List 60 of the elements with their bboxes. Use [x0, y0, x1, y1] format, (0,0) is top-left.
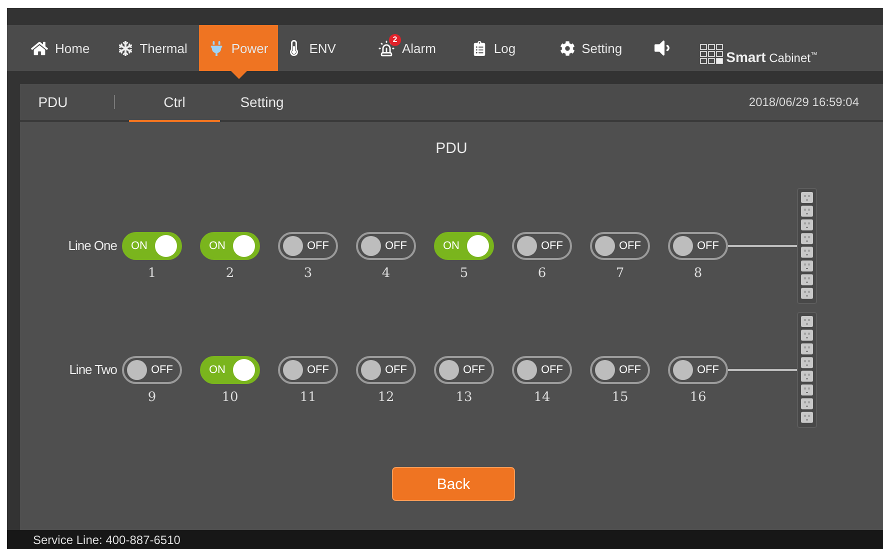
outlet-toggle[interactable]: OFF	[590, 232, 650, 260]
outlet-number: 15	[612, 390, 628, 405]
outlet-number: 6	[538, 266, 546, 281]
outlet-number: 10	[222, 390, 238, 405]
siren-icon	[378, 40, 395, 56]
snowflake-icon	[118, 40, 133, 56]
nav-tab[interactable]: Thermal	[106, 25, 200, 71]
outlet-number: 11	[300, 390, 316, 405]
nav-label: ENV	[309, 40, 336, 56]
outlet-toggle[interactable]: OFF	[356, 232, 416, 260]
nav-tab[interactable]: Log	[462, 25, 526, 71]
outlet-number: 13	[456, 390, 472, 405]
outlet-toggle[interactable]: OFF	[512, 356, 572, 384]
outlet-toggle[interactable]: OFF	[278, 356, 338, 384]
line-label: Line Two	[68, 361, 118, 379]
nav-label: Power	[231, 40, 268, 56]
plug-icon	[209, 40, 224, 56]
outlet-number: 14	[534, 390, 550, 405]
outlet-number: 9	[148, 390, 156, 405]
outlet-number: 2	[226, 266, 234, 281]
service-line-text: Service Line: 400-887-6510	[33, 532, 180, 546]
outlet-toggle[interactable]: OFF	[434, 356, 494, 384]
outlet-toggle[interactable]: OFF	[668, 356, 728, 384]
outlet-number: 3	[304, 266, 312, 281]
outlet-toggle[interactable]: OFF	[278, 232, 338, 260]
nav-label: Thermal	[140, 40, 188, 56]
outlet-number: 7	[616, 266, 624, 281]
outlet-number: 5	[460, 266, 468, 281]
nav-label: Setting	[582, 40, 622, 56]
outlet-toggle[interactable]: OFF	[668, 232, 728, 260]
nav-tab[interactable]: 2 Alarm	[358, 25, 456, 71]
connector-line	[728, 369, 797, 371]
outlet-number: 4	[382, 266, 390, 281]
outlet-number: 1	[148, 266, 156, 281]
nav-label: Home	[55, 40, 90, 56]
settings-icon	[560, 40, 575, 56]
nav-tab[interactable]: ENV	[278, 25, 344, 71]
grid-logo-icon	[700, 44, 724, 65]
nav-tab[interactable]: Home	[27, 25, 94, 71]
nav-label: Alarm	[402, 40, 436, 56]
logo-text: Smart Cabinet$^{™}$	[726, 49, 818, 65]
outlet-number: 12	[378, 390, 394, 405]
nav-label: Log	[494, 40, 516, 56]
outlet-toggle[interactable]: OFF	[512, 232, 572, 260]
sub-tab[interactable]: PDU	[20, 84, 86, 122]
nav-tab[interactable]: Setting	[542, 25, 640, 71]
outlet-number: 8	[694, 266, 702, 281]
outlet-toggle[interactable]: OFF	[122, 356, 182, 384]
outlet-number: 16	[690, 390, 706, 405]
alarm-count-badge: 2	[388, 34, 401, 46]
speaker-icon[interactable]	[652, 38, 672, 58]
clipboard-icon	[472, 40, 487, 56]
section-title: PDU	[436, 140, 468, 157]
home-icon	[31, 40, 48, 56]
outlet-toggle[interactable]: OFF	[356, 356, 416, 384]
connector-line	[728, 245, 797, 247]
sub-tab[interactable]: Setting	[226, 84, 298, 122]
outlet-toggle[interactable]: OFF	[590, 356, 650, 384]
line-label: Line One	[67, 237, 118, 255]
datetime-text: 2018/06/29 16:59:04	[748, 95, 860, 109]
